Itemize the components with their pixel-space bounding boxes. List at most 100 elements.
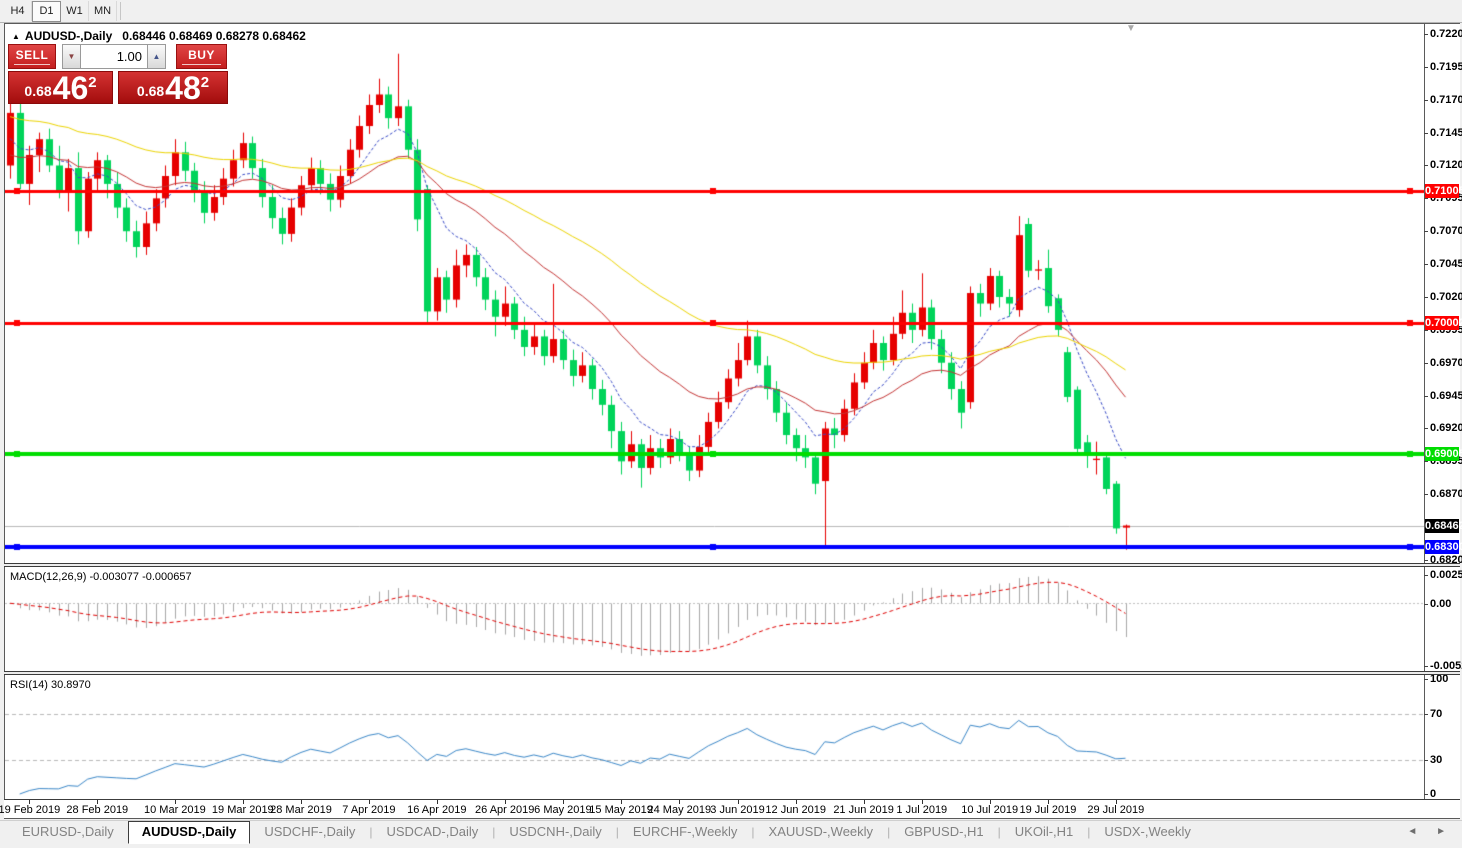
- date-tick-label: 15 May 2019: [589, 804, 653, 816]
- macd-tick-mark: [1424, 575, 1428, 576]
- main-chart-canvas[interactable]: [5, 24, 1424, 563]
- date-tick-mark: [97, 800, 98, 804]
- symbol-tab-usdx-weekly[interactable]: USDX-,Weekly: [1090, 821, 1204, 843]
- price-tick-label: 0.71200: [1430, 159, 1462, 171]
- date-tick-label: 28 Feb 2019: [66, 804, 128, 816]
- price-tick-label: 0.69450: [1430, 390, 1462, 402]
- symbol-tab-usdcad-daily[interactable]: USDCAD-,Daily: [372, 821, 492, 843]
- price-tick-mark: [1424, 264, 1428, 265]
- price-tick-mark: [1424, 560, 1428, 561]
- date-tick-label: 19 Jul 2019: [1019, 804, 1076, 816]
- panel-divider[interactable]: [4, 671, 1460, 675]
- panel-divider[interactable]: [4, 563, 1460, 567]
- resistance-line-2-price-label: 0.70002: [1425, 316, 1459, 330]
- price-tick-mark: [1424, 34, 1428, 35]
- support-line-green-price-label: 0.69005: [1425, 447, 1459, 461]
- spinner-down-icon: ▼: [68, 52, 76, 61]
- date-tick-mark: [175, 800, 176, 804]
- date-tick-mark: [437, 800, 438, 804]
- buy-price-superscript: 2: [201, 74, 209, 91]
- price-tick-label: 0.70700: [1430, 225, 1462, 237]
- price-tick-mark: [1424, 363, 1428, 364]
- date-tick-label: 6 May 2019: [534, 804, 591, 816]
- chart-title: ▲ AUDUSD-,Daily 0.68446 0.68469 0.68278 0.…: [12, 29, 306, 43]
- sell-button[interactable]: SELL: [8, 44, 56, 69]
- toolbar-separator: [120, 2, 121, 20]
- date-tick-label: 3 Jun 2019: [710, 804, 764, 816]
- tab-scroll-arrows[interactable]: ◄ ►: [1407, 826, 1454, 837]
- symbol-tab-usdchf-daily[interactable]: USDCHF-,Daily: [250, 821, 369, 843]
- price-tick-mark: [1424, 461, 1428, 462]
- date-tick-mark: [864, 800, 865, 804]
- date-tick-mark: [990, 800, 991, 804]
- price-tick-mark: [1424, 231, 1428, 232]
- buy-price-button[interactable]: 0.68 48 2: [118, 71, 228, 104]
- date-tick-label: 24 May 2019: [647, 804, 711, 816]
- collapse-arrow-icon[interactable]: ▲: [12, 32, 20, 41]
- one-click-trading-panel: SELL ▼ ▲ BUY 0.68 46 2 0.68 48 2: [8, 44, 228, 104]
- rsi-tick-mark: [1424, 794, 1428, 795]
- date-tick-label: 19 Mar 2019: [212, 804, 274, 816]
- buy-price-big: 48: [165, 73, 201, 103]
- price-tick-label: 0.68700: [1430, 488, 1462, 500]
- price-tick-label: 0.69200: [1430, 422, 1462, 434]
- price-tick-mark: [1424, 494, 1428, 495]
- rsi-axis: [1424, 675, 1460, 799]
- chart-shift-marker-icon[interactable]: ▼: [1126, 23, 1136, 34]
- chart-ohlc-values: 0.68446 0.68469 0.68278 0.68462: [122, 29, 306, 43]
- symbol-tab-eurusd-daily[interactable]: EURUSD-,Daily: [8, 821, 128, 843]
- date-tick-label: 7 Apr 2019: [342, 804, 395, 816]
- sell-price-button[interactable]: 0.68 46 2: [8, 71, 113, 104]
- rsi-tick-mark: [1424, 679, 1428, 680]
- macd-tick-label: 0.002522: [1430, 569, 1462, 581]
- symbol-tab-gbpusd-h1[interactable]: GBPUSD-,H1: [890, 821, 997, 843]
- date-tick-label: 19 Feb 2019: [0, 804, 60, 816]
- buy-button[interactable]: BUY: [176, 44, 227, 69]
- date-tick-label: 10 Jul 2019: [961, 804, 1018, 816]
- timeframe-button-d1[interactable]: D1: [32, 1, 61, 22]
- date-tick-mark: [922, 800, 923, 804]
- price-tick-label: 0.71700: [1430, 94, 1462, 106]
- resistance-line-1-price-label: 0.71005: [1425, 184, 1459, 198]
- symbol-tab-eurchf-weekly[interactable]: EURCHF-,Weekly: [619, 821, 752, 843]
- rsi-tick-label: 70: [1430, 708, 1442, 720]
- symbol-tab-usdcnh-daily[interactable]: USDCNH-,Daily: [495, 821, 615, 843]
- timeframe-toolbar: H4D1W1MN: [0, 0, 1462, 23]
- volume-input[interactable]: [81, 44, 147, 69]
- timeframe-button-mn[interactable]: MN: [89, 1, 117, 21]
- date-tick-label: 21 Jun 2019: [833, 804, 894, 816]
- price-tick-mark: [1424, 133, 1428, 134]
- timeframe-button-w1[interactable]: W1: [61, 1, 89, 21]
- macd-tick-mark: [1424, 666, 1428, 667]
- date-tick-label: 28 Mar 2019: [270, 804, 332, 816]
- date-tick-mark: [301, 800, 302, 804]
- chart-symbol-label: AUDUSD-,Daily: [25, 29, 112, 43]
- price-tick-label: 0.70200: [1430, 291, 1462, 303]
- price-tick-mark: [1424, 100, 1428, 101]
- macd-indicator-label: MACD(12,26,9) -0.003077 -0.000657: [10, 571, 192, 583]
- sell-underline: [14, 64, 50, 65]
- buy-price-prefix: 0.68: [137, 83, 164, 99]
- date-tick-mark: [1116, 800, 1117, 804]
- sell-button-label: SELL: [16, 48, 49, 62]
- price-tick-label: 0.71450: [1430, 127, 1462, 139]
- symbol-tab-xauusd-weekly[interactable]: XAUUSD-,Weekly: [755, 821, 888, 843]
- symbol-tab-audusd-daily[interactable]: AUDUSD-,Daily: [128, 821, 251, 844]
- buy-underline: [182, 64, 220, 65]
- date-tick-label: 16 Apr 2019: [407, 804, 466, 816]
- timeframe-button-h4[interactable]: H4: [4, 1, 32, 21]
- price-tick-label: 0.71950: [1430, 61, 1462, 73]
- date-tick-mark: [505, 800, 506, 804]
- support-line-blue-price-label: 0.68300: [1425, 540, 1459, 554]
- date-tick-mark: [563, 800, 564, 804]
- date-tick-label: 10 Mar 2019: [144, 804, 206, 816]
- rsi-tick-label: 30: [1430, 754, 1442, 766]
- symbol-tab-bar: EURUSD-,DailyAUDUSD-,DailyUSDCHF-,Daily|…: [0, 820, 1462, 848]
- macd-panel-canvas[interactable]: [5, 567, 1424, 671]
- rsi-indicator-label: RSI(14) 30.8970: [10, 679, 91, 691]
- date-tick-label: 1 Jul 2019: [896, 804, 947, 816]
- volume-increase-button[interactable]: ▲: [147, 44, 166, 69]
- volume-decrease-button[interactable]: ▼: [62, 44, 81, 69]
- rsi-panel-canvas[interactable]: [5, 675, 1424, 799]
- symbol-tab-ukoil-h1[interactable]: UKOil-,H1: [1001, 821, 1088, 843]
